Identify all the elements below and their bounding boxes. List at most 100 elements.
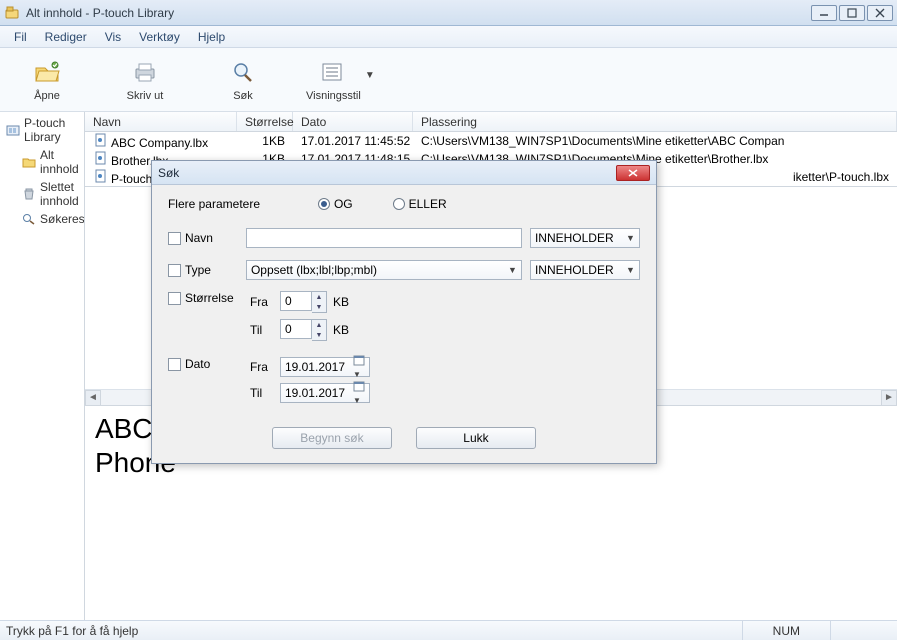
chevron-down-icon: ▼ xyxy=(508,265,517,275)
spin-up[interactable]: ▲ xyxy=(312,292,326,302)
radio-or-label: ELLER xyxy=(409,197,447,211)
chevron-down-icon: ▼ xyxy=(626,265,635,275)
radio-and-label: OG xyxy=(334,197,353,211)
menu-tools[interactable]: Verktøy xyxy=(131,28,188,46)
row-location: iketter\P-touch.lbx xyxy=(793,170,889,184)
menu-help[interactable]: Hjelp xyxy=(190,28,233,46)
name-checkbox[interactable] xyxy=(168,232,181,245)
toolbar-print[interactable]: Skriv ut xyxy=(110,58,180,102)
close-dialog-button[interactable]: Lukk xyxy=(416,427,536,449)
close-button[interactable] xyxy=(867,5,893,21)
status-help: Trykk på F1 for å få hjelp xyxy=(6,624,742,638)
toolbar-viewstyle[interactable]: Visningsstil ▼ xyxy=(306,58,376,102)
tree-all-label: Alt innhold xyxy=(40,148,79,176)
type-checkbox[interactable] xyxy=(168,264,181,277)
maximize-button[interactable] xyxy=(839,5,865,21)
calendar-icon: ▼ xyxy=(353,354,365,380)
file-icon xyxy=(93,150,109,166)
menu-view[interactable]: Vis xyxy=(97,28,129,46)
radio-icon xyxy=(393,198,405,210)
folder-open-icon xyxy=(33,58,61,86)
window-title: Alt innhold - P-touch Library xyxy=(26,6,811,20)
toolbar-open-label: Åpne xyxy=(34,90,60,102)
library-icon xyxy=(6,123,20,137)
toolbar-search[interactable]: Søk xyxy=(208,58,278,102)
kb-unit: KB xyxy=(333,323,349,337)
date-to-label: Til xyxy=(250,386,280,400)
date-row: Dato Fra 19.01.2017 ▼ Til xyxy=(168,357,640,409)
status-bar: Trykk på F1 for å få hjelp NUM xyxy=(0,620,897,640)
type-match-combo[interactable]: INNEHOLDER ▼ xyxy=(530,260,640,280)
printer-icon xyxy=(131,58,159,86)
calendar-icon: ▼ xyxy=(353,380,365,406)
date-from-value: 19.01.2017 xyxy=(285,360,345,374)
search-icon xyxy=(229,58,257,86)
begin-search-button[interactable]: Begynn søk xyxy=(272,427,392,449)
spin-down[interactable]: ▼ xyxy=(312,302,326,312)
radio-icon xyxy=(318,198,330,210)
date-checkbox[interactable] xyxy=(168,358,181,371)
radio-or[interactable]: ELLER xyxy=(393,197,447,211)
size-checkbox[interactable] xyxy=(168,292,181,305)
name-row: Navn INNEHOLDER ▼ xyxy=(168,227,640,249)
chevron-down-icon: ▼ xyxy=(365,70,375,81)
window-controls xyxy=(811,5,893,21)
list-row[interactable]: ABC Company.lbx 1KB 17.01.2017 11:45:52 … xyxy=(85,132,897,150)
row-location: C:\Users\VM138_WIN7SP1\Documents\Mine et… xyxy=(421,134,784,148)
app-icon xyxy=(4,5,20,21)
dialog-titlebar: Søk xyxy=(152,161,656,185)
sidebar-tree: P-touch Library Alt innhold Slettet innh… xyxy=(0,112,85,620)
spin-up[interactable]: ▲ xyxy=(312,320,326,330)
type-value: Oppsett (lbx;lbl;lbp;mbl) xyxy=(251,263,377,277)
type-row: Type Oppsett (lbx;lbl;lbp;mbl) ▼ INNEHOL… xyxy=(168,259,640,281)
chevron-down-icon: ▼ xyxy=(626,233,635,243)
dialog-close-button[interactable] xyxy=(616,165,650,181)
radio-and[interactable]: OG xyxy=(318,197,353,211)
kb-unit: KB xyxy=(333,295,349,309)
size-from-input[interactable] xyxy=(280,291,312,311)
list-view-icon xyxy=(319,58,347,86)
trash-icon xyxy=(22,187,36,201)
size-to-label: Til xyxy=(250,323,280,337)
type-match-value: INNEHOLDER xyxy=(535,263,614,277)
spin-down[interactable]: ▼ xyxy=(312,330,326,340)
size-to-input[interactable] xyxy=(280,319,312,339)
dialog-title: Søk xyxy=(158,166,616,180)
toolbar-open[interactable]: Åpne xyxy=(12,58,82,102)
date-from-picker[interactable]: 19.01.2017 ▼ xyxy=(280,357,370,377)
status-empty xyxy=(830,621,891,640)
column-name[interactable]: Navn xyxy=(85,112,237,131)
size-row: Størrelse Fra ▲▼ KB Til xyxy=(168,291,640,347)
date-to-picker[interactable]: 19.01.2017 ▼ xyxy=(280,383,370,403)
name-match-value: INNEHOLDER xyxy=(535,231,614,245)
date-label: Dato xyxy=(185,357,210,371)
toolbar: Åpne Skriv ut Søk Visningsstil ▼ xyxy=(0,48,897,112)
row-date: 17.01.2017 11:45:52 xyxy=(301,134,410,148)
type-label: Type xyxy=(185,263,211,277)
tree-results-label: Søkeresultater xyxy=(40,212,85,226)
column-date[interactable]: Dato xyxy=(293,112,413,131)
name-label: Navn xyxy=(185,231,213,245)
file-icon xyxy=(93,132,109,148)
tree-deleted[interactable]: Slettet innhold xyxy=(2,178,82,210)
tree-root[interactable]: P-touch Library xyxy=(2,114,82,146)
tree-results[interactable]: Søkeresultater xyxy=(2,210,82,228)
tree-all-content[interactable]: Alt innhold xyxy=(2,146,82,178)
scroll-right-icon[interactable]: ► xyxy=(881,390,897,406)
size-label: Størrelse xyxy=(185,291,234,305)
main-area: P-touch Library Alt innhold Slettet innh… xyxy=(0,112,897,620)
minimize-button[interactable] xyxy=(811,5,837,21)
dialog-buttons: Begynn søk Lukk xyxy=(168,427,640,449)
column-location[interactable]: Plassering xyxy=(413,112,897,131)
row-size: 1KB xyxy=(262,134,285,148)
scroll-left-icon[interactable]: ◄ xyxy=(85,390,101,406)
list-header: Navn Størrelse Dato Plassering xyxy=(85,112,897,132)
column-size[interactable]: Størrelse xyxy=(237,112,293,131)
menu-bar: Fil Rediger Vis Verktøy Hjelp xyxy=(0,26,897,48)
menu-edit[interactable]: Rediger xyxy=(37,28,95,46)
type-combo[interactable]: Oppsett (lbx;lbl;lbp;mbl) ▼ xyxy=(246,260,522,280)
name-match-combo[interactable]: INNEHOLDER ▼ xyxy=(530,228,640,248)
menu-file[interactable]: Fil xyxy=(6,28,35,46)
param-mode-row: Flere parametere OG ELLER xyxy=(168,197,640,211)
name-input[interactable] xyxy=(246,228,522,248)
